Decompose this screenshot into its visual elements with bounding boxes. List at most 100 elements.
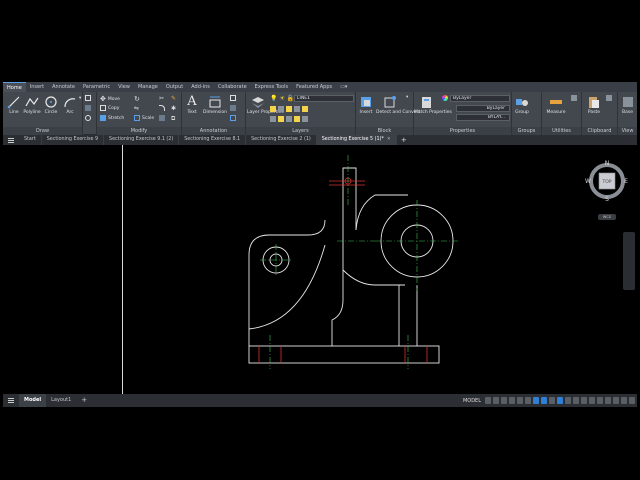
calculator-icon[interactable] bbox=[571, 95, 577, 101]
group-tool[interactable]: Group bbox=[512, 95, 532, 115]
model-tab[interactable]: Model bbox=[19, 394, 47, 407]
explode-icon[interactable]: ✱ bbox=[171, 105, 176, 112]
customization-icon[interactable] bbox=[629, 397, 635, 404]
file-tab-start[interactable]: Start bbox=[19, 135, 42, 145]
workspace-icon[interactable] bbox=[581, 397, 587, 404]
dimension-tool[interactable]: Dimension bbox=[203, 95, 227, 115]
tab-manage[interactable]: Manage bbox=[134, 82, 162, 92]
move-tool[interactable]: ✥ Move bbox=[100, 95, 120, 103]
tab-parametric[interactable]: Parametric bbox=[79, 82, 114, 92]
draw-more-icon[interactable]: ▾ bbox=[79, 96, 81, 101]
lineweight-dropdown[interactable]: BYLAY... bbox=[456, 114, 510, 121]
tab-featured-apps[interactable]: Featured Apps bbox=[292, 82, 336, 92]
annotation-scale-icon[interactable] bbox=[557, 397, 563, 404]
circle-tool[interactable]: Circle bbox=[41, 95, 61, 115]
file-tab[interactable]: Sectioning Exercise 2 (1) bbox=[246, 135, 317, 145]
copy-tool[interactable]: Copy bbox=[100, 105, 119, 111]
tab-view[interactable]: View bbox=[114, 82, 134, 92]
ellipse-icon[interactable] bbox=[85, 115, 91, 121]
trim-icon[interactable]: ✂ bbox=[159, 95, 164, 102]
offset-icon[interactable]: ⧉ bbox=[171, 115, 175, 123]
grid-icon[interactable] bbox=[485, 397, 491, 404]
compass-south[interactable]: S bbox=[605, 196, 609, 203]
tab-output[interactable]: Output bbox=[162, 82, 187, 92]
paste-tool[interactable]: Paste bbox=[584, 95, 604, 115]
match-properties-tool[interactable]: Match Properties bbox=[414, 95, 452, 115]
line-tool[interactable]: Line bbox=[4, 95, 24, 115]
mirror-icon[interactable]: ⇋ bbox=[134, 105, 139, 112]
rotate-icon[interactable]: ↻ bbox=[134, 95, 140, 103]
file-tabs-menu-icon[interactable] bbox=[3, 135, 19, 145]
stretch-tool[interactable]: Stretch bbox=[100, 115, 124, 121]
groups-panel-title[interactable]: Groups bbox=[512, 127, 541, 135]
block-more-icon[interactable]: ▾ bbox=[406, 95, 408, 100]
add-layout-icon[interactable]: + bbox=[76, 394, 92, 407]
close-tab-icon[interactable]: ✕ bbox=[387, 137, 391, 142]
scale-tool[interactable]: Scale bbox=[134, 115, 154, 121]
isodraft-icon[interactable] bbox=[525, 397, 531, 404]
hatch-icon[interactable] bbox=[85, 105, 91, 111]
auto-scale-icon[interactable] bbox=[573, 397, 579, 404]
block-panel-title[interactable]: Block bbox=[356, 127, 413, 135]
clean-screen-icon[interactable] bbox=[621, 397, 627, 404]
current-layer-dropdown[interactable]: LINE1 bbox=[294, 95, 354, 102]
properties-panel-title[interactable]: Properties bbox=[414, 127, 511, 135]
new-tab-icon[interactable]: + bbox=[397, 135, 411, 145]
layer-properties-tool[interactable]: Layer Properties bbox=[247, 95, 284, 115]
layer-state-icons[interactable]: 💡 ☀ 🔓 bbox=[270, 95, 294, 102]
arc-tool[interactable]: Arc bbox=[60, 95, 80, 115]
markup-icon[interactable] bbox=[230, 115, 236, 121]
clipboard-panel-title[interactable]: Clipboard bbox=[582, 127, 617, 135]
compass-west[interactable]: W bbox=[585, 178, 591, 185]
measure-tool[interactable]: Measure bbox=[544, 95, 568, 115]
annotation-panel-title[interactable]: Annotation bbox=[182, 127, 245, 135]
gear-icon[interactable] bbox=[589, 397, 595, 404]
insert-tool[interactable]: Insert bbox=[356, 95, 376, 115]
snap-icon[interactable] bbox=[493, 397, 499, 404]
table-icon[interactable] bbox=[230, 105, 236, 111]
wcs-menu[interactable]: WCS bbox=[598, 214, 616, 220]
file-tab[interactable]: Sectioning Exercise 9 bbox=[42, 135, 105, 145]
infer-icon[interactable] bbox=[501, 397, 507, 404]
file-tab-active[interactable]: Sectioning Exercise 5 (1)* ✕ bbox=[316, 135, 397, 145]
tab-express-tools[interactable]: Express Tools bbox=[251, 82, 292, 92]
tab-home[interactable]: Home bbox=[3, 82, 26, 92]
layout-menu-icon[interactable] bbox=[3, 394, 19, 407]
hardware-accel-icon[interactable] bbox=[613, 397, 619, 404]
linetype-dropdown[interactable]: ByLayer bbox=[456, 105, 510, 112]
navigation-bar[interactable] bbox=[623, 232, 635, 290]
modify-panel-title[interactable]: Modify bbox=[97, 127, 181, 135]
layout1-tab[interactable]: Layout1 bbox=[46, 394, 76, 407]
tab-annotate[interactable]: Annotate bbox=[48, 82, 79, 92]
model-space-viewport[interactable]: TOP N S E W WCS bbox=[3, 145, 637, 394]
tab-add-ins[interactable]: Add-ins bbox=[187, 82, 214, 92]
layer-tools-row-2[interactable] bbox=[270, 116, 308, 122]
tab-insert[interactable]: Insert bbox=[26, 82, 48, 92]
model-space-toggle[interactable]: MODEL bbox=[463, 398, 481, 404]
multileader-icon[interactable] bbox=[230, 95, 236, 101]
object-snap-icon[interactable] bbox=[541, 397, 547, 404]
isolate-objects-icon[interactable] bbox=[605, 397, 611, 404]
compass-east[interactable]: E bbox=[624, 178, 628, 185]
color-dropdown[interactable]: ByLayer bbox=[450, 95, 510, 102]
drawing-canvas[interactable] bbox=[3, 145, 637, 394]
plus-icon[interactable] bbox=[597, 397, 603, 404]
rectangle-icon[interactable] bbox=[85, 95, 91, 101]
array-icon[interactable] bbox=[159, 115, 165, 121]
ortho-icon[interactable] bbox=[509, 397, 515, 404]
fillet-icon[interactable] bbox=[159, 105, 165, 111]
object-snap-tracking-icon[interactable] bbox=[533, 397, 539, 404]
polar-icon[interactable] bbox=[517, 397, 523, 404]
layers-panel-title[interactable]: Layers bbox=[246, 127, 355, 135]
copy-clip-icon[interactable] bbox=[606, 95, 612, 101]
base-view-tool[interactable]: Base bbox=[618, 95, 637, 115]
layer-tools-row-1[interactable] bbox=[270, 106, 308, 112]
text-tool[interactable]: A Text bbox=[182, 95, 202, 116]
ribbon-toggle-icon[interactable]: ▭▾ bbox=[336, 82, 351, 92]
file-tab[interactable]: Sectioning Exercise 8.1 bbox=[179, 135, 247, 145]
polyline-tool[interactable]: Polyline bbox=[22, 95, 42, 115]
erase-icon[interactable]: ✎ bbox=[171, 95, 176, 102]
lineweight-icon[interactable] bbox=[549, 397, 555, 404]
view-panel-title[interactable]: View bbox=[618, 127, 637, 135]
utilities-panel-title[interactable]: Utilities bbox=[542, 127, 581, 135]
